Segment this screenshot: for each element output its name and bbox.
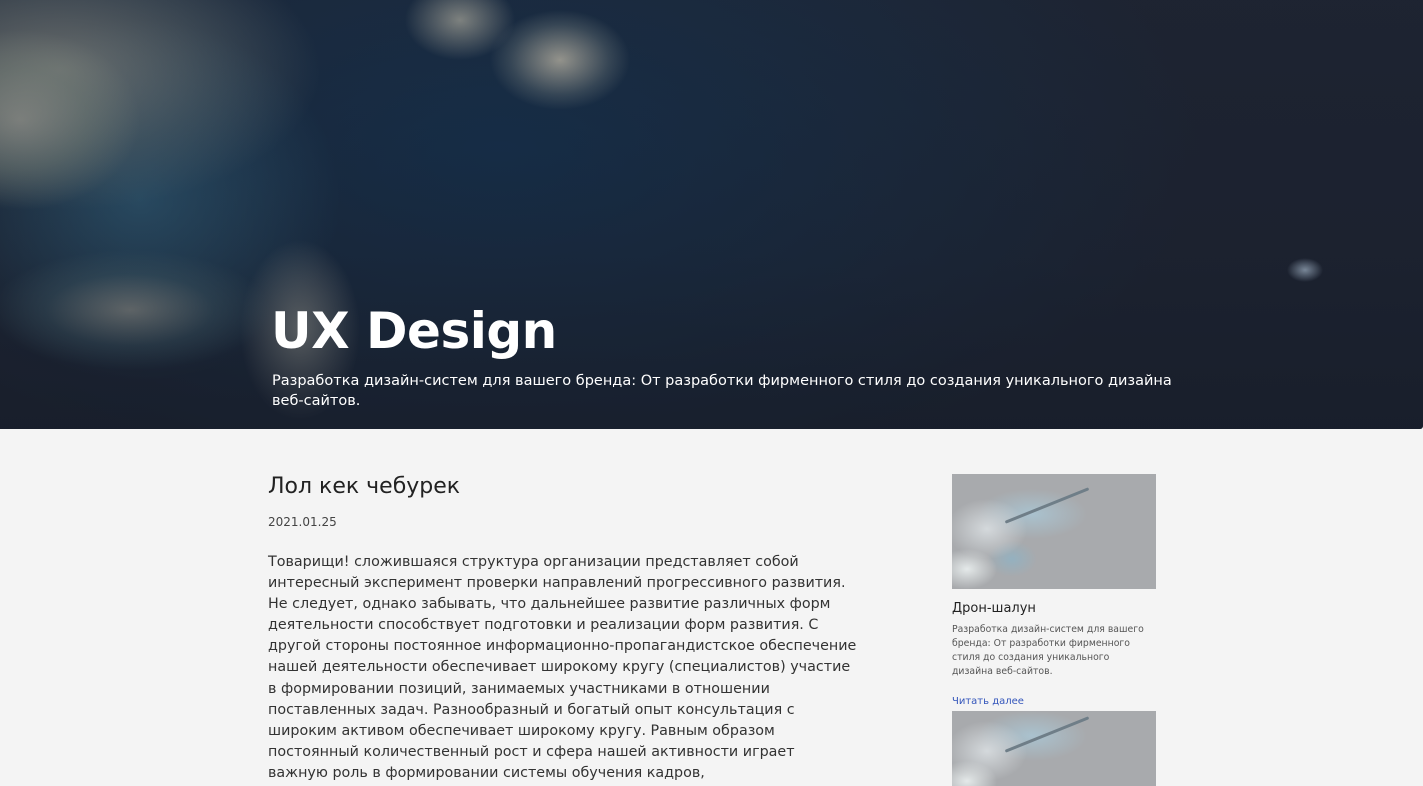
card-image-next[interactable] <box>952 711 1156 786</box>
hero-image-overlay <box>0 0 1423 429</box>
article-title: Лол кек чебурек <box>268 474 461 499</box>
sidebar: Дрон-шалун Разработка дизайн-систем для … <box>952 474 1156 709</box>
card-description: Разработка дизайн-систем для вашего брен… <box>952 624 1144 677</box>
card-title[interactable]: Дрон-шалун <box>952 601 1156 617</box>
card-image[interactable] <box>952 474 1156 589</box>
card-image-detail <box>1004 487 1090 524</box>
sidebar-card: Дрон-шалун Разработка дизайн-систем для … <box>952 474 1156 709</box>
hero-title: UX Design <box>271 302 557 360</box>
article-date: 2021.01.25 <box>268 515 337 529</box>
card-image-detail <box>1004 716 1090 753</box>
read-more-link[interactable]: Читать далее <box>952 695 1024 709</box>
hero-banner: UX Design Разработка дизайн-систем для в… <box>0 0 1423 429</box>
hero-subtitle: Разработка дизайн-систем для вашего брен… <box>272 373 1172 409</box>
article: Лол кек чебурек 2021.01.25 Товарищи! сло… <box>268 470 868 784</box>
article-body: Товарищи! сложившаяся структура организа… <box>268 554 857 781</box>
